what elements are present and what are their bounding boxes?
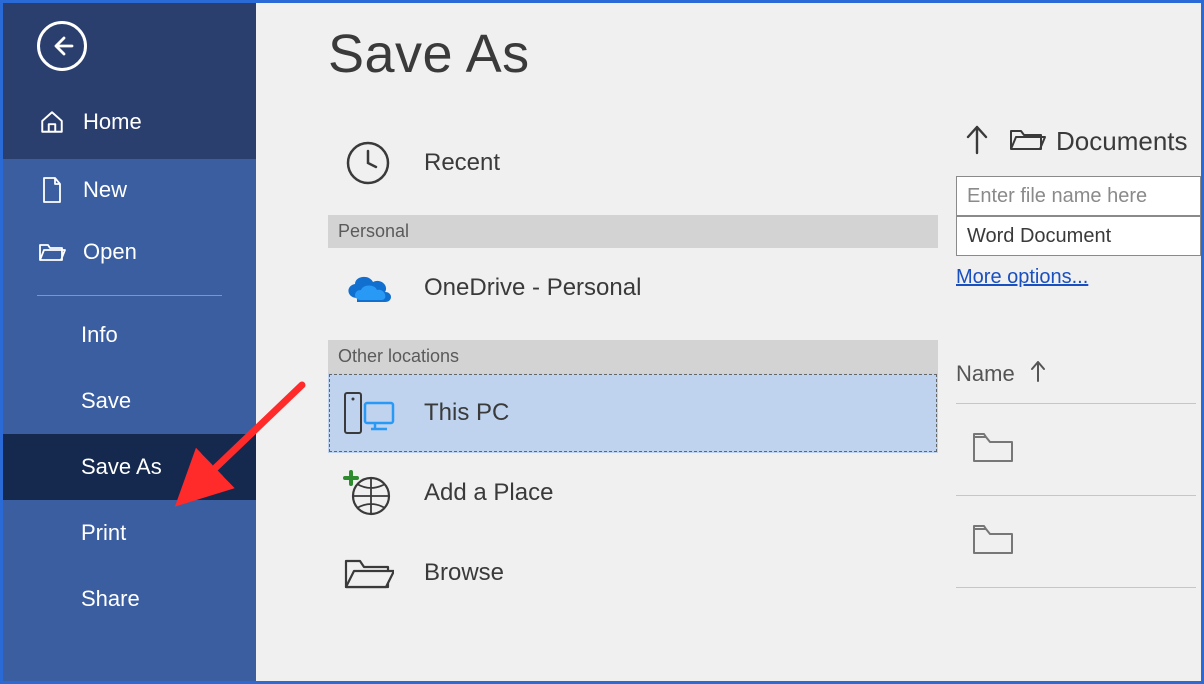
locations-column: Recent Personal OneDrive - Personal Othe… xyxy=(328,123,938,613)
home-icon xyxy=(37,107,67,137)
back-button[interactable] xyxy=(37,21,87,71)
nav-info[interactable]: Info xyxy=(3,302,256,368)
back-arrow-icon xyxy=(50,34,74,58)
backstage-sidebar: Home New Open Info Save Save As Print xyxy=(3,3,256,681)
location-add-place[interactable]: Add a Place xyxy=(328,453,938,533)
location-this-pc[interactable]: This PC xyxy=(328,373,938,453)
more-options-link[interactable]: More options... xyxy=(956,266,1088,289)
nav-print-label: Print xyxy=(81,520,126,546)
folder-entry-2[interactable] xyxy=(956,496,1196,588)
browse-folder-icon xyxy=(340,545,396,601)
nav-save-as[interactable]: Save As xyxy=(3,434,256,500)
folder-icon xyxy=(970,521,1016,562)
location-recent-label: Recent xyxy=(424,149,500,177)
nav-home[interactable]: Home xyxy=(3,91,256,153)
nav-open[interactable]: Open xyxy=(3,221,256,283)
name-column-header[interactable]: Name xyxy=(956,359,1196,404)
nav-save-as-label: Save As xyxy=(81,454,162,480)
current-path-row: Documents xyxy=(956,123,1201,160)
nav-open-label: Open xyxy=(83,239,137,265)
section-personal: Personal xyxy=(328,215,938,248)
nav-save[interactable]: Save xyxy=(3,368,256,434)
main-content: Save As Recent Personal xyxy=(256,3,1201,681)
open-folder-icon xyxy=(37,237,67,267)
folder-open-icon xyxy=(1008,125,1046,158)
nav-print[interactable]: Print xyxy=(3,500,256,566)
location-onedrive[interactable]: OneDrive - Personal xyxy=(328,248,938,328)
location-browse[interactable]: Browse xyxy=(328,533,938,613)
nav-share[interactable]: Share xyxy=(3,566,256,632)
folder-icon xyxy=(970,429,1016,470)
location-this-pc-label: This PC xyxy=(424,399,509,427)
section-other-locations: Other locations xyxy=(328,340,938,373)
nav-info-label: Info xyxy=(81,322,118,348)
new-file-icon xyxy=(37,175,67,205)
recent-clock-icon xyxy=(340,135,396,191)
nav-save-label: Save xyxy=(81,388,131,414)
folder-entry-1[interactable] xyxy=(956,404,1196,496)
current-folder-name[interactable]: Documents xyxy=(1056,126,1188,157)
nav-home-label: Home xyxy=(83,109,142,135)
location-onedrive-label: OneDrive - Personal xyxy=(424,274,641,302)
sort-ascending-icon xyxy=(1029,359,1047,389)
file-type-select[interactable]: Word Document xyxy=(956,216,1201,256)
this-pc-icon xyxy=(340,385,396,441)
file-type-value: Word Document xyxy=(967,225,1111,248)
name-column-label: Name xyxy=(956,361,1015,387)
info-column: Documents Word Document More options... … xyxy=(956,123,1201,613)
location-add-place-label: Add a Place xyxy=(424,479,553,507)
nav-share-label: Share xyxy=(81,586,140,612)
app-frame: Home New Open Info Save Save As Print xyxy=(0,0,1204,684)
onedrive-cloud-icon xyxy=(340,260,396,316)
location-recent[interactable]: Recent xyxy=(328,123,938,203)
nav-new[interactable]: New xyxy=(3,159,256,221)
filename-input[interactable] xyxy=(956,176,1201,216)
up-arrow-icon[interactable] xyxy=(964,123,990,160)
nav-new-label: New xyxy=(83,177,127,203)
location-browse-label: Browse xyxy=(424,559,504,587)
page-title: Save As xyxy=(328,23,1201,85)
columns: Recent Personal OneDrive - Personal Othe… xyxy=(256,123,1201,613)
add-place-globe-icon xyxy=(340,465,396,521)
sidebar-separator xyxy=(37,295,222,296)
